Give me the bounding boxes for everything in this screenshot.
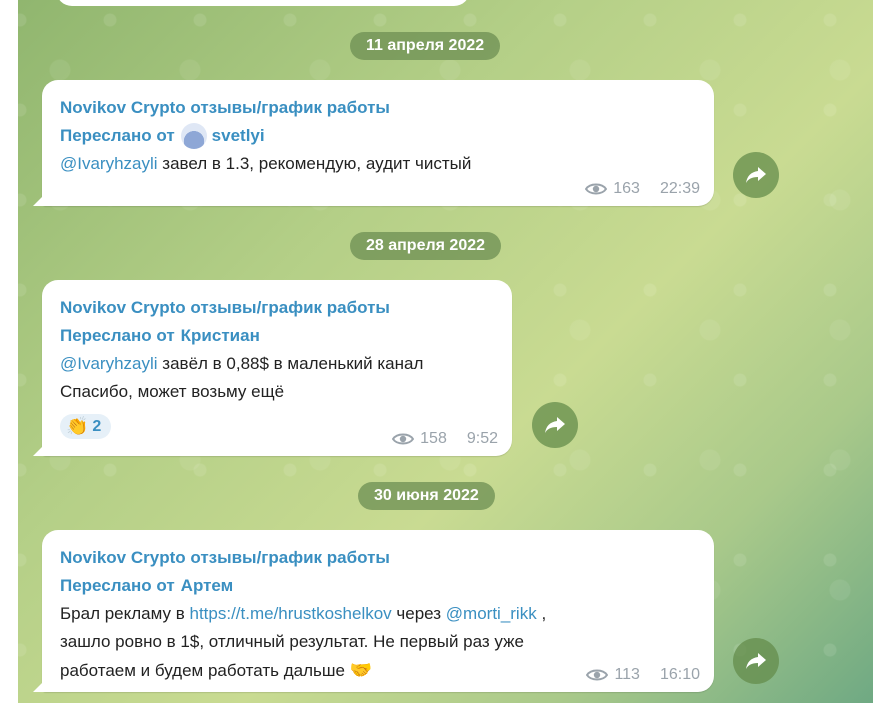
share-icon — [746, 653, 766, 669]
message-bubble[interactable]: Novikov Crypto отзывы/график работы Пере… — [42, 530, 714, 692]
reaction-chip[interactable]: 👏 2 — [60, 414, 112, 439]
url-link[interactable]: https://t.me/hrustkoshelkov — [189, 604, 391, 623]
mention-link[interactable]: @morti_rikk — [446, 604, 537, 623]
view-count: 163 — [613, 180, 640, 197]
message-meta: 113 16:10 — [586, 666, 700, 684]
share-button[interactable] — [532, 402, 578, 448]
view-count: 158 — [420, 430, 447, 447]
eye-icon — [585, 183, 608, 195]
message-bubble[interactable]: Novikov Crypto отзывы/график работы Пере… — [42, 80, 714, 206]
share-icon — [746, 167, 766, 183]
forwarded-prefix: Переслано от — [60, 326, 175, 345]
left-panel-edge — [0, 0, 18, 703]
forwarded-prefix: Переслано от — [60, 576, 175, 595]
previous-message-bubble — [56, 0, 470, 6]
message-text-segment: работаем и будем работать дальше — [60, 661, 350, 680]
channel-name[interactable]: Novikov Crypto отзывы/график работы — [60, 294, 496, 322]
channel-name[interactable]: Novikov Crypto отзывы/график работы — [60, 94, 698, 122]
view-count: 113 — [614, 666, 640, 683]
forwarded-name[interactable]: svetlyi — [212, 122, 265, 150]
message-text: @Ivaryhzayli завёл в 0,88$ в маленький к… — [60, 350, 496, 378]
share-icon — [545, 417, 565, 433]
message-time: 9:52 — [466, 430, 498, 447]
date-separator: 28 апреля 2022 — [350, 232, 502, 260]
eye-icon — [586, 669, 609, 681]
share-button[interactable] — [733, 638, 779, 684]
forwarded-name[interactable]: Артем — [181, 572, 234, 600]
message-text-line: Спасибо, может возьму ещё — [60, 382, 285, 401]
message-text-segment: Брал рекламу в — [60, 604, 190, 623]
message-time: 16:10 — [659, 666, 700, 683]
date-separator: 11 апреля 2022 — [350, 32, 501, 60]
message-text: @Ivaryhzayli завел в 1.3, рекомендую, ау… — [60, 150, 698, 178]
handshake-emoji: 🤝 — [349, 660, 373, 680]
message-meta: 163 22:39 — [585, 180, 700, 198]
eye-icon — [392, 433, 415, 445]
message-meta: 158 9:52 — [392, 430, 498, 448]
avatar — [180, 123, 207, 149]
message-text: Брал рекламу в https://t.me/hrustkoshelk… — [60, 600, 698, 628]
message-text-line: зашло ровно в 1$, отличный результат. Не… — [60, 632, 524, 651]
forwarded-from[interactable]: Переслано от Артем — [60, 572, 698, 600]
reaction-count: 2 — [92, 417, 102, 435]
message-text-line: завел в 1.3, рекомендую, аудит чистый — [157, 154, 472, 173]
message-text-segment: , — [536, 604, 547, 623]
date-separator: 30 июня 2022 — [358, 482, 495, 510]
mention-link[interactable]: @Ivaryhzayli — [60, 154, 158, 173]
forwarded-from[interactable]: Переслано от Кристиан — [60, 322, 496, 350]
message-text-segment: через — [391, 604, 446, 623]
mention-link[interactable]: @Ivaryhzayli — [60, 354, 158, 373]
message-bubble[interactable]: Novikov Crypto отзывы/график работы Пере… — [42, 280, 512, 456]
message-time: 22:39 — [659, 180, 700, 197]
share-button[interactable] — [733, 152, 779, 198]
channel-name[interactable]: Novikov Crypto отзывы/график работы — [60, 544, 698, 572]
forwarded-prefix: Переслано от — [60, 126, 175, 145]
forwarded-from[interactable]: Переслано от svetlyi — [60, 122, 698, 150]
clap-emoji: 👏 — [66, 416, 89, 436]
message-text-line: завёл в 0,88$ в маленький канал — [157, 354, 424, 373]
forwarded-name[interactable]: Кристиан — [181, 322, 260, 350]
